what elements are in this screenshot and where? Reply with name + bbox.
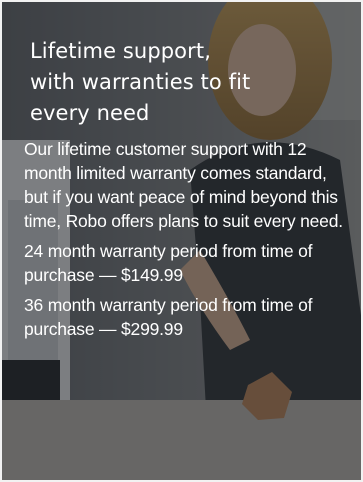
heading-line: with warranties to fit xyxy=(30,70,251,94)
warranty-card: Lifetime support, with warranties to fit… xyxy=(0,0,363,482)
card-description: Our lifetime customer support with 12 mo… xyxy=(24,139,343,231)
card-content: Lifetime support, with warranties to fit… xyxy=(24,30,354,341)
heading-line: every need xyxy=(30,101,150,125)
card-heading: Lifetime support, with warranties to fit… xyxy=(30,36,354,129)
warranty-plan-36: 36 month warranty period from time of pu… xyxy=(24,295,313,339)
warranty-plan-24: 24 month warranty period from time of pu… xyxy=(24,241,313,285)
heading-line: Lifetime support, xyxy=(30,39,211,63)
